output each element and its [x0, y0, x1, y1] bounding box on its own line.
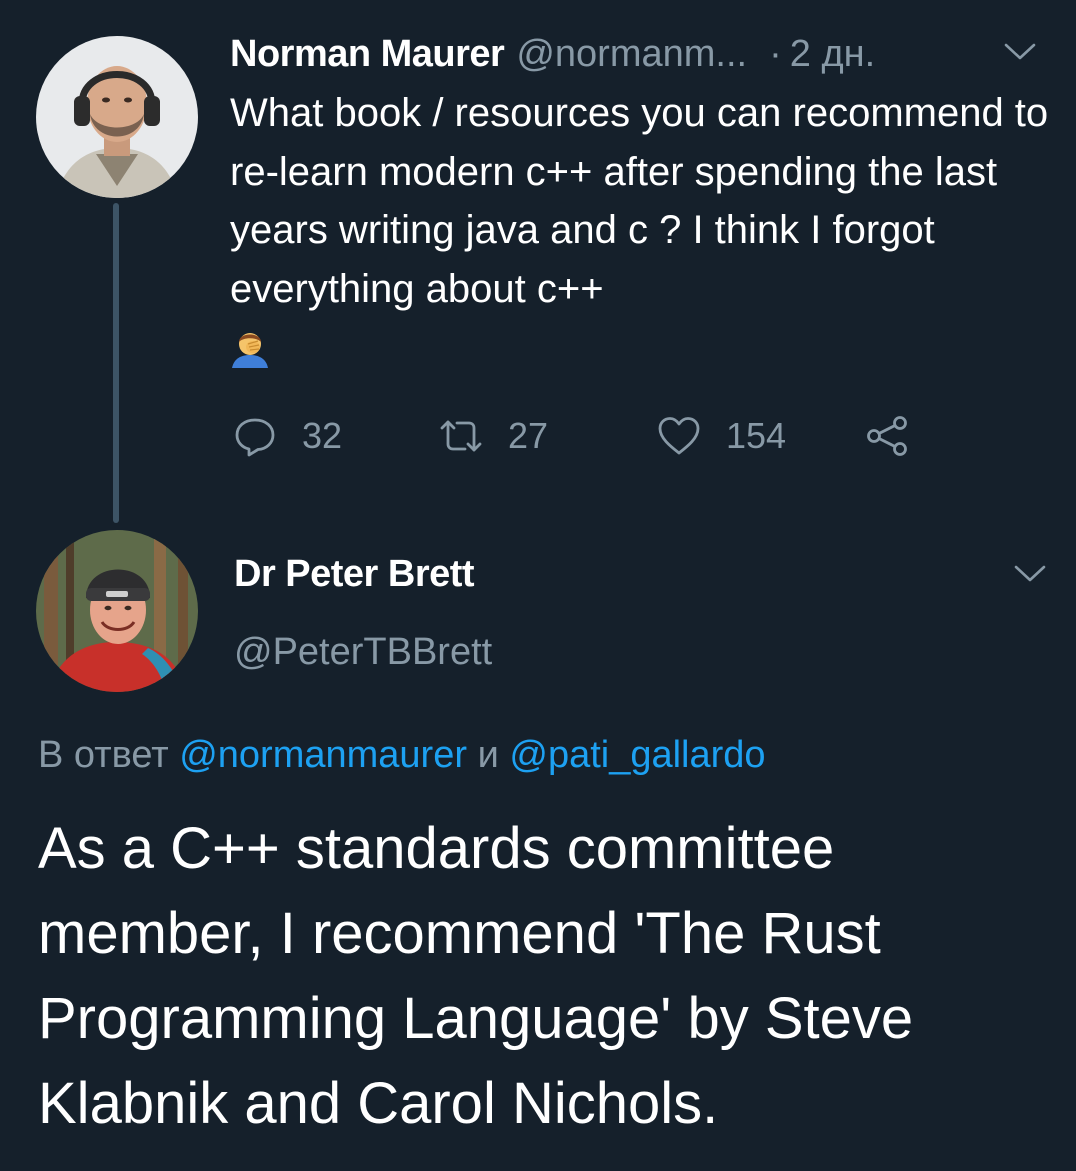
share-button[interactable] — [864, 408, 910, 464]
tweet-text: What book / resources you can recommend … — [230, 91, 1049, 311]
author-name[interactable]: Dr Peter Brett — [234, 550, 475, 598]
author-handle[interactable]: @PeterTBBrett — [234, 628, 492, 676]
tweet1-action-bar: 32 27 154 — [232, 408, 932, 464]
author-handle[interactable]: @normanm... — [516, 30, 747, 78]
reply-count: 32 — [302, 415, 343, 456]
like-icon — [658, 417, 700, 455]
reply-context: В ответ @normanmaurer и @pati_gallardo — [38, 730, 766, 780]
like-button[interactable]: 154 — [656, 408, 786, 464]
tweet1-body: What book / resources you can recommend … — [230, 84, 1060, 368]
avatar-norman-maurer[interactable] — [36, 36, 198, 198]
chevron-down-icon[interactable] — [1000, 40, 1040, 64]
reply-button[interactable]: 32 — [232, 408, 342, 464]
chevron-down-icon[interactable] — [1010, 562, 1050, 586]
avatar-peter-brett[interactable] — [36, 530, 198, 692]
mention-link[interactable]: @normanmaurer — [179, 734, 467, 776]
reply-icon — [235, 418, 275, 457]
separator-dot: · — [769, 33, 782, 75]
thread-connector-line — [113, 203, 119, 523]
retweet-icon — [440, 420, 482, 452]
mention-link[interactable]: @pati_gallardo — [509, 734, 765, 776]
like-count: 154 — [726, 415, 787, 456]
author-name[interactable]: Norman Maurer — [230, 30, 505, 78]
tweet-text: As a C++ standards committee member, I r… — [38, 816, 914, 1136]
tweet-timestamp[interactable]: 2 дн. — [790, 30, 875, 78]
face-palm-emoji-icon — [232, 333, 268, 368]
retweet-button[interactable]: 27 — [438, 408, 548, 464]
share-icon — [867, 416, 907, 456]
avatar-image — [36, 36, 198, 198]
reply-conjunction: и — [477, 734, 499, 776]
reply-prefix: В ответ — [38, 734, 169, 776]
avatar-image — [36, 530, 198, 692]
retweet-count: 27 — [508, 415, 549, 456]
tweet1-header: Norman Maurer @normanm... · 2 дн. — [230, 30, 875, 78]
